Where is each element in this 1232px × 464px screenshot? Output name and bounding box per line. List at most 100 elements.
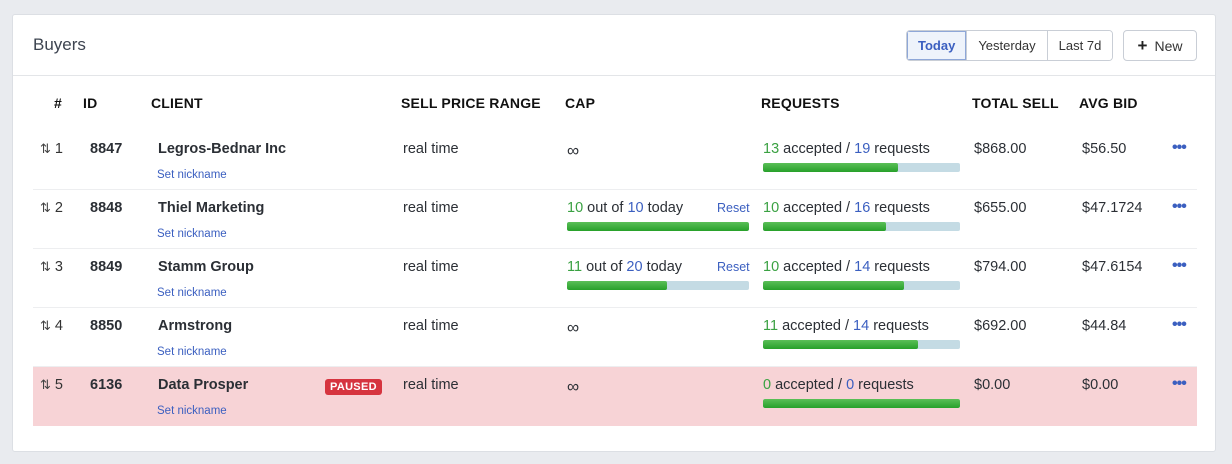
cap-out-of-label: out of bbox=[582, 259, 627, 275]
avg-bid: $56.50 bbox=[1082, 141, 1127, 157]
reorder-icon[interactable]: ⇅ bbox=[40, 200, 51, 215]
table-row: ⇅ 1 8847 Legros-Bednar Inc Set nickname r… bbox=[33, 131, 1197, 190]
request-count: 16 bbox=[854, 200, 871, 216]
reorder-icon[interactable]: ⇅ bbox=[40, 141, 51, 156]
buyers-card: Buyers Today Yesterday Last 7d + New # I… bbox=[12, 14, 1216, 452]
range-last7d-button[interactable]: Last 7d bbox=[1047, 31, 1113, 60]
accepted-count: 10 bbox=[763, 200, 780, 216]
column-header-id[interactable]: ID bbox=[83, 95, 97, 111]
range-today-button[interactable]: Today bbox=[907, 31, 968, 60]
total-sell: $655.00 bbox=[974, 200, 1027, 216]
more-actions-icon[interactable]: ••• bbox=[1172, 139, 1187, 157]
infinity-icon: ∞ bbox=[567, 141, 580, 160]
cap-cell: ∞ bbox=[567, 318, 579, 338]
request-count: 0 bbox=[846, 377, 855, 393]
client-name[interactable]: Thiel Marketing bbox=[158, 200, 264, 216]
cap-cell: ∞ bbox=[567, 377, 579, 397]
accepted-label: accepted / bbox=[775, 377, 843, 393]
total-sell: $868.00 bbox=[974, 141, 1027, 157]
more-actions-icon[interactable]: ••• bbox=[1172, 257, 1187, 275]
requests-cell: 0 accepted / 0 requests bbox=[763, 377, 914, 393]
reorder-icon[interactable]: ⇅ bbox=[40, 318, 51, 333]
client-name[interactable]: Legros-Bednar Inc bbox=[158, 141, 286, 157]
accepted-count: 13 bbox=[763, 141, 780, 157]
accepted-count: 10 bbox=[763, 259, 780, 275]
more-actions-icon[interactable]: ••• bbox=[1172, 375, 1187, 393]
requests-label: requests bbox=[858, 377, 914, 393]
table-row: ⇅ 3 8849 Stamm Group Set nickname real ti… bbox=[33, 249, 1197, 308]
reorder-icon[interactable]: ⇅ bbox=[40, 377, 51, 392]
client-name[interactable]: Armstrong bbox=[158, 318, 232, 334]
range-yesterday-button[interactable]: Yesterday bbox=[967, 31, 1048, 60]
buyer-id: 8849 bbox=[90, 259, 123, 275]
rank-cell[interactable]: ⇅ 1 bbox=[40, 141, 63, 157]
cap-cell: 10 out of 10 today bbox=[567, 200, 683, 216]
requests-cell: 10 accepted / 16 requests bbox=[763, 200, 930, 216]
rank-value: 4 bbox=[54, 318, 63, 334]
accepted-count: 11 bbox=[763, 318, 779, 334]
column-header-avg-bid[interactable]: AVG BID bbox=[1079, 95, 1138, 111]
table-row: ⇅ 2 8848 Thiel Marketing Set nickname rea… bbox=[33, 190, 1197, 249]
request-count: 19 bbox=[854, 141, 871, 157]
rank-value: 2 bbox=[54, 200, 63, 216]
rank-cell[interactable]: ⇅ 4 bbox=[40, 318, 63, 334]
column-header-cap[interactable]: CAP bbox=[565, 95, 595, 111]
infinity-icon: ∞ bbox=[567, 318, 580, 337]
cap-used: 11 bbox=[567, 259, 583, 275]
requests-progress-bar bbox=[763, 399, 960, 408]
cap-used: 10 bbox=[567, 200, 584, 216]
rank-cell[interactable]: ⇅ 2 bbox=[40, 200, 63, 216]
set-nickname-link[interactable]: Set nickname bbox=[157, 228, 227, 240]
column-header-rank[interactable]: # bbox=[54, 95, 62, 111]
cap-progress-bar bbox=[567, 281, 749, 290]
requests-progress-bar bbox=[763, 340, 960, 349]
reorder-icon[interactable]: ⇅ bbox=[40, 259, 51, 274]
sell-price-range: real time bbox=[403, 259, 459, 275]
sell-price-range: real time bbox=[403, 141, 459, 157]
accepted-label: accepted / bbox=[782, 318, 850, 334]
set-nickname-link[interactable]: Set nickname bbox=[157, 287, 227, 299]
rank-value: 3 bbox=[54, 259, 63, 275]
rank-value: 1 bbox=[54, 141, 63, 157]
card-header: Buyers Today Yesterday Last 7d + New bbox=[13, 15, 1215, 76]
accepted-label: accepted / bbox=[783, 200, 851, 216]
more-actions-icon[interactable]: ••• bbox=[1172, 316, 1187, 334]
requests-cell: 13 accepted / 19 requests bbox=[763, 141, 930, 157]
request-count: 14 bbox=[853, 318, 870, 334]
avg-bid: $44.84 bbox=[1082, 318, 1127, 334]
table-row: ⇅ 5 6136 Data Prosper Set nickname PAUSED… bbox=[33, 367, 1197, 426]
infinity-icon: ∞ bbox=[567, 377, 580, 396]
reset-cap-link[interactable]: Reset bbox=[717, 201, 750, 215]
new-buyer-button[interactable]: + New bbox=[1123, 30, 1197, 61]
requests-cell: 11 accepted / 14 requests bbox=[763, 318, 929, 334]
column-header-client[interactable]: CLIENT bbox=[151, 95, 203, 111]
set-nickname-link[interactable]: Set nickname bbox=[157, 405, 227, 417]
accepted-label: accepted / bbox=[783, 141, 851, 157]
request-count: 14 bbox=[854, 259, 871, 275]
requests-label: requests bbox=[874, 200, 930, 216]
buyer-id: 8847 bbox=[90, 141, 123, 157]
set-nickname-link[interactable]: Set nickname bbox=[157, 169, 227, 181]
rank-cell[interactable]: ⇅ 5 bbox=[40, 377, 63, 393]
client-name[interactable]: Stamm Group bbox=[158, 259, 254, 275]
avg-bid: $47.1724 bbox=[1082, 200, 1143, 216]
date-range-group: Today Yesterday Last 7d bbox=[906, 30, 1114, 61]
more-actions-icon[interactable]: ••• bbox=[1172, 198, 1187, 216]
requests-progress-bar bbox=[763, 163, 960, 172]
table-body: ⇅ 1 8847 Legros-Bednar Inc Set nickname r… bbox=[33, 131, 1197, 426]
buyer-id: 8850 bbox=[90, 318, 123, 334]
rank-cell[interactable]: ⇅ 3 bbox=[40, 259, 63, 275]
cap-cell: 11 out of 20 today bbox=[567, 259, 682, 275]
requests-label: requests bbox=[874, 141, 930, 157]
buyer-id: 6136 bbox=[90, 377, 123, 393]
reset-cap-link[interactable]: Reset bbox=[717, 260, 750, 274]
set-nickname-link[interactable]: Set nickname bbox=[157, 346, 227, 358]
requests-cell: 10 accepted / 14 requests bbox=[763, 259, 930, 275]
column-header-requests[interactable]: REQUESTS bbox=[761, 95, 840, 111]
column-header-sell-price-range[interactable]: SELL PRICE RANGE bbox=[401, 95, 541, 111]
client-name[interactable]: Data Prosper bbox=[158, 377, 248, 393]
requests-progress-bar bbox=[763, 222, 960, 231]
table-row: ⇅ 4 8850 Armstrong Set nickname real time… bbox=[33, 308, 1197, 367]
column-header-total-sell[interactable]: TOTAL SELL bbox=[972, 95, 1059, 111]
buyer-id: 8848 bbox=[90, 200, 123, 216]
